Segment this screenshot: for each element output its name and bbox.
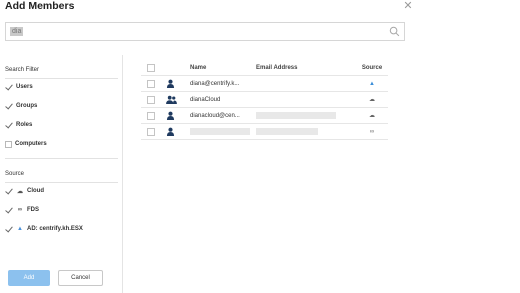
select-all-checkbox[interactable] [147,64,155,72]
triangle-icon: ▲ [17,226,23,232]
search-filter-heading: Search Filter [5,67,40,73]
check-icon [5,83,13,91]
column-header-name[interactable]: Name [190,60,254,76]
triangle-icon: ▲ [369,81,375,87]
filter-groups-label: Groups [16,103,38,109]
filter-users-checkbox[interactable]: Users [5,82,33,92]
search-input[interactable]: dia [5,22,405,41]
source-ad-label: AD: centrify.kh.ESX [27,226,83,232]
row-checkbox[interactable] [147,112,155,120]
search-icon[interactable] [389,26,400,37]
filter-roles-checkbox[interactable]: Roles [5,120,32,130]
filter-computers-label: Computers [15,141,47,147]
user-icon [166,127,175,136]
cloud-icon: ☁ [17,188,23,195]
cloud-icon: ☁ [369,113,375,119]
column-header-email[interactable]: Email Address [256,60,346,76]
divider [5,182,118,183]
divider [5,158,118,159]
source-ad-checkbox[interactable]: ▲ AD: centrify.kh.ESX [5,224,83,234]
search-input-value: dia [10,27,24,36]
table-row[interactable]: dianaCloud ☁ [141,92,388,108]
check-icon [5,187,13,195]
source-fds-checkbox[interactable]: ∞ FDS [5,205,39,215]
link-icon: ∞ [17,207,23,213]
row-email [256,92,346,108]
dialog-title: Add Members [5,0,75,12]
user-icon [166,79,175,88]
cancel-button[interactable]: Cancel [58,270,103,286]
source-heading: Source [5,171,25,177]
table-row[interactable]: diana@centrify.k... ▲ [141,76,388,92]
row-name: dianacloud@cen... [190,113,240,119]
check-icon [5,102,13,110]
table-header: Name Email Address Source [141,60,388,76]
column-header-source[interactable]: Source [359,60,385,76]
row-email-redacted [256,108,346,124]
row-name: diana@centrify.k... [190,81,240,87]
check-icon [5,225,13,233]
divider [5,78,118,79]
filter-roles-label: Roles [16,122,33,128]
row-checkbox[interactable] [147,80,155,88]
filter-computers-checkbox[interactable]: Computers [5,139,47,149]
row-name: dianaCloud [190,97,221,103]
results-table: Name Email Address Source diana@centrify… [141,60,388,140]
checkbox-empty-icon [5,140,12,148]
user-icon [166,111,175,120]
row-checkbox[interactable] [147,96,155,104]
table-row[interactable]: dianacloud@cen... ☁ [141,108,388,124]
source-cloud-label: Cloud [27,188,44,194]
cloud-icon: ☁ [369,97,375,103]
check-icon [5,206,13,214]
source-fds-label: FDS [27,207,39,213]
source-cloud-checkbox[interactable]: ☁ Cloud [5,186,44,196]
row-email-redacted [256,124,346,140]
filter-users-label: Users [16,84,33,90]
filter-groups-checkbox[interactable]: Groups [5,101,37,111]
link-icon: ∞ [369,129,375,135]
check-icon [5,121,13,129]
add-button[interactable]: Add [8,270,50,286]
group-icon [166,95,177,104]
close-icon[interactable]: ✕ [402,0,414,12]
row-name-redacted [190,124,254,140]
row-checkbox[interactable] [147,128,155,136]
row-email [256,76,346,92]
table-row[interactable]: ∞ [141,124,388,140]
